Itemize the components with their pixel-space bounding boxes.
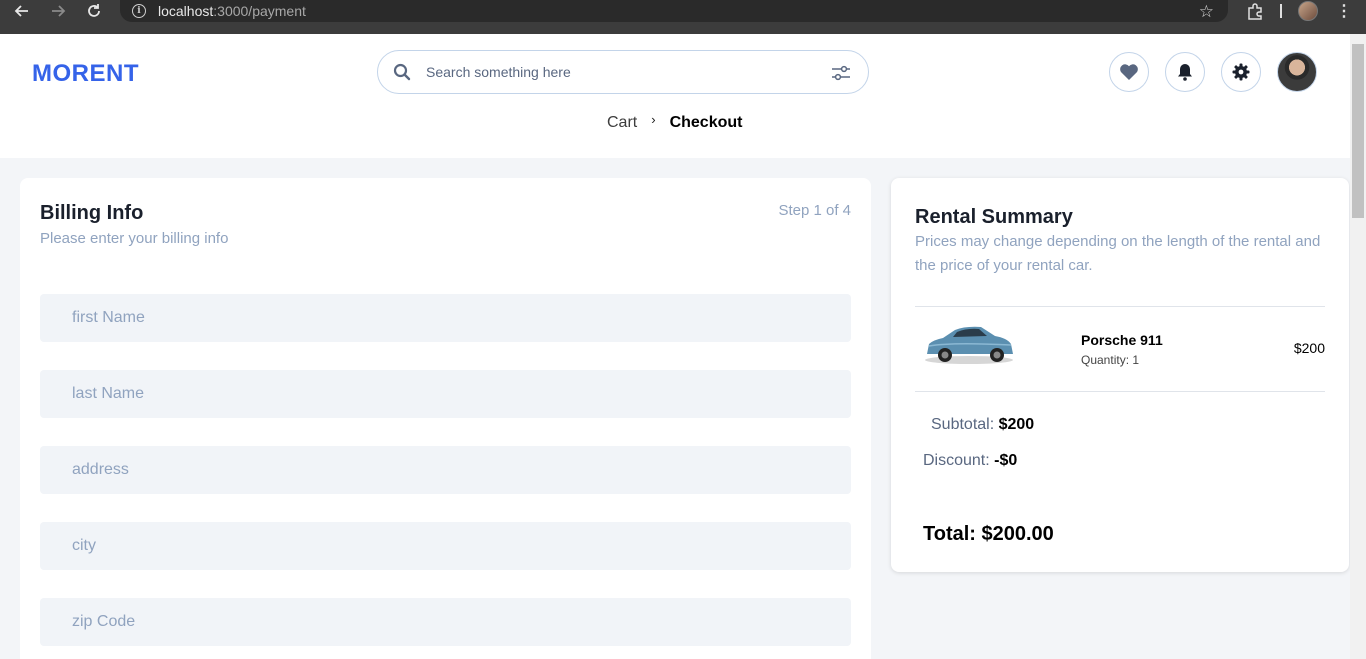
subtotal-row: Subtotal: $200 [931, 416, 1034, 434]
url-text: localhost:3000/payment [158, 3, 306, 19]
first-name-field[interactable]: first Name [40, 294, 851, 342]
breadcrumb-cart[interactable]: Cart [607, 114, 637, 132]
breadcrumb: Cart › Checkout [607, 112, 742, 133]
car-price: $200 [1293, 340, 1325, 356]
site-header: MORENT Search something here Cart › Chec… [0, 34, 1350, 158]
filter-icon[interactable] [830, 62, 852, 84]
subtotal-value: $200 [998, 416, 1035, 433]
chevron-right-icon: › [651, 112, 656, 127]
toolbar-divider [1280, 4, 1282, 18]
summary-description: Prices may change depending on the lengt… [915, 233, 1321, 274]
arrow-right-icon [52, 5, 66, 17]
heart-icon [1120, 64, 1138, 80]
car-quantity: Quantity: 1 [1081, 353, 1140, 367]
gear-icon [1232, 63, 1250, 81]
forward-button[interactable] [40, 0, 76, 28]
back-button[interactable] [4, 0, 40, 28]
discount-label: Discount: [923, 452, 990, 469]
divider [915, 306, 1325, 307]
billing-info-card: Billing Info Please enter your billing i… [20, 178, 871, 659]
last-name-field[interactable]: last Name [40, 370, 851, 418]
page-scrollbar[interactable] [1350, 34, 1366, 659]
settings-button[interactable] [1221, 52, 1261, 92]
scrollbar-thumb[interactable] [1352, 44, 1364, 218]
site-info-icon[interactable]: i [132, 4, 146, 18]
car-image [925, 326, 1013, 364]
notifications-button[interactable] [1165, 52, 1205, 92]
billing-subtitle: Please enter your billing info [40, 230, 229, 247]
city-field[interactable]: city [40, 522, 851, 570]
reload-icon [88, 4, 100, 17]
breadcrumb-checkout: Checkout [669, 113, 743, 131]
user-avatar[interactable] [1277, 52, 1317, 92]
search-input[interactable]: Search something here [426, 64, 571, 80]
browser-menu-icon[interactable]: ⋮ [1336, 0, 1352, 22]
arrow-left-icon [14, 5, 28, 17]
bell-icon [1178, 64, 1192, 81]
subtotal-label: Subtotal: [931, 416, 995, 433]
bookmark-star-icon[interactable]: ☆ [1199, 2, 1214, 22]
rental-summary-card: Rental Summary Prices may change dependi… [891, 178, 1349, 572]
favorites-button[interactable] [1109, 52, 1149, 92]
extensions-icon[interactable] [1242, 0, 1268, 22]
search-bar[interactable]: Search something here [377, 50, 869, 94]
total-price: Total: $200.00 [923, 523, 1054, 545]
step-indicator: Step 1 of 4 [778, 202, 851, 219]
zip-code-field[interactable]: zip Code [40, 598, 851, 646]
discount-row: Discount: -$0 [923, 452, 1017, 470]
summary-title: Rental Summary [915, 206, 1073, 228]
car-name: Porsche 911 [1081, 332, 1163, 348]
address-field[interactable]: address [40, 446, 851, 494]
logo[interactable]: MORENT [32, 60, 139, 88]
search-icon [392, 62, 412, 82]
browser-toolbar: i localhost:3000/payment ☆ ⋮ [0, 0, 1366, 34]
browser-profile-avatar[interactable] [1298, 1, 1318, 21]
divider [915, 391, 1325, 392]
reload-button[interactable] [76, 0, 112, 28]
discount-value: -$0 [994, 452, 1018, 469]
address-bar[interactable]: i localhost:3000/payment ☆ [120, 0, 1228, 22]
billing-title: Billing Info [40, 202, 144, 224]
page: MORENT Search something here Cart › Chec… [0, 34, 1350, 659]
